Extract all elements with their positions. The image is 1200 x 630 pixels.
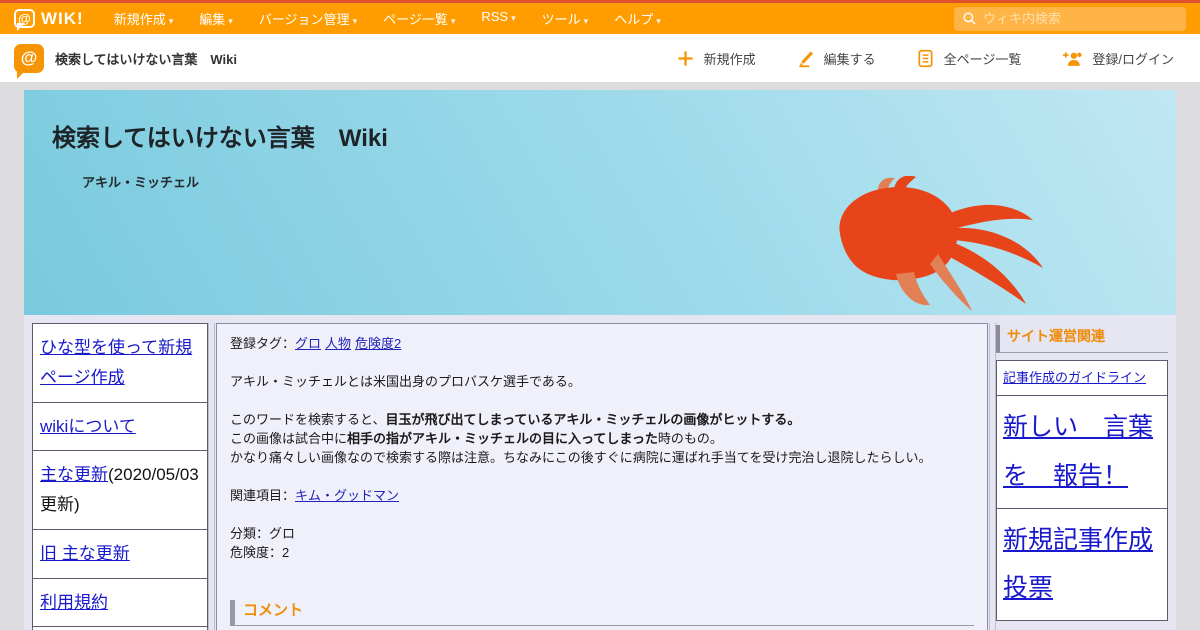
- nav-menu-item[interactable]: ツール ▾: [542, 9, 589, 28]
- tag-link[interactable]: 危険度2: [355, 336, 401, 351]
- site-logo-icon[interactable]: @: [14, 43, 44, 79]
- site-title: 検索してはいけない言葉 Wiki: [55, 51, 237, 67]
- sidebar-link[interactable]: 記事作成のガイドライン: [1003, 370, 1146, 385]
- top-navbar: @ WIK! 新規作成 ▾ 編集 ▾ バージョン管理 ▾ ページ一覧 ▾ RSS ▾ ツール ▾ ヘルプ…: [0, 0, 1200, 34]
- tags-label: 登録タグ：: [230, 336, 296, 351]
- pencil-icon: [798, 50, 813, 67]
- tag-link[interactable]: 人物: [325, 336, 351, 351]
- paragraph: アキル・ミッチェルとは米国出身のプロバスケ選手である。: [230, 372, 974, 391]
- sidebar-link[interactable]: 主な更新: [40, 465, 108, 484]
- sidebar-link[interactable]: 新規記事作成投票: [1003, 526, 1153, 603]
- sidebar-link[interactable]: ひな型を使って新規ページ作成: [40, 338, 192, 387]
- atwiki-logo-icon: @: [14, 9, 35, 31]
- related-link[interactable]: キム・グッドマン: [295, 488, 399, 503]
- nav-menu-item[interactable]: 編集 ▾: [199, 9, 233, 28]
- bold-text: 相手の指がアキル・ミッチェルの目に入ってしまった: [347, 431, 658, 446]
- text: 時のもの。: [657, 431, 723, 446]
- search-input[interactable]: [983, 11, 1178, 26]
- user-add-icon: [1063, 51, 1082, 66]
- tag-line: 登録タグ：グロ 人物 危険度2: [230, 334, 974, 353]
- sidebar-menu-cell: 新規記事作成投票: [997, 509, 1167, 621]
- left-sidebar-menu: ひな型を使って新規ページ作成 wikiについて主な更新(2020/05/03更新)…: [32, 323, 208, 630]
- wiki-title: 検索してはいけない言葉 Wiki: [52, 125, 388, 152]
- sidebar-link[interactable]: 新しい 言葉を 報告！: [1003, 413, 1153, 490]
- action-label: 登録/ログイン: [1092, 51, 1174, 67]
- text-line: かなり痛々しい画像なので検索する際は注意。ちなみにこの後すぐに病院に運ばれ手当て…: [230, 448, 974, 467]
- sidebar-menu-cell: 記事作成のガイドライン: [997, 361, 1167, 397]
- tag-link[interactable]: グロ: [295, 336, 321, 351]
- sidebar-link[interactable]: 利用規約: [40, 593, 108, 612]
- atwiki-logo-text: WIK!: [41, 8, 84, 28]
- related-line: 関連項目：キム・グッドマン: [230, 486, 974, 505]
- text: この画像は試合中に: [230, 431, 348, 446]
- register-login-button[interactable]: 登録/ログイン: [1061, 49, 1174, 68]
- left-sidebar: ひな型を使って新規ページ作成 wikiについて主な更新(2020/05/03更新)…: [32, 323, 208, 630]
- text-line: このワードを検索すると、目玉が飛び出てしまっているアキル・ミッチェルの画像がヒッ…: [230, 410, 974, 429]
- danger-line: 危険度：2: [230, 545, 290, 560]
- chevron-down-icon: ▾: [511, 13, 516, 23]
- related-label: 関連項目：: [230, 488, 296, 503]
- sidebar-menu-cell: 旧 主な更新: [33, 530, 207, 579]
- site-header: @ 検索してはいけない言葉 Wiki 新規作成 編集する 全ページ一覧 登録/ロ…: [0, 34, 1200, 82]
- right-sidebar-menu: 記事作成のガイドライン新しい 言葉を 報告！ 新規記事作成投票: [996, 360, 1168, 622]
- paragraphs: アキル・ミッチェルとは米国出身のプロバスケ選手である。 このワードを検索すると、目…: [230, 372, 974, 467]
- wiki-search-box[interactable]: [954, 6, 1186, 31]
- sidebar-menu-cell: 新しい 言葉を 報告！: [997, 396, 1167, 509]
- chevron-down-icon: ▾: [656, 16, 661, 26]
- atwiki-logo[interactable]: @ WIK!: [14, 8, 84, 31]
- plus-icon: [677, 50, 693, 66]
- paragraph: このワードを検索すると、目玉が飛び出てしまっているアキル・ミッチェルの画像がヒッ…: [230, 410, 974, 467]
- article-content: 登録タグ：グロ 人物 危険度2 アキル・ミッチェルとは米国出身のプロバスケ選手である…: [216, 323, 988, 630]
- chevron-down-icon: ▾: [352, 16, 358, 26]
- text: アキル・ミッチェルとは米国出身のプロバスケ選手である。: [230, 374, 581, 389]
- column-divider: [208, 323, 215, 630]
- nav-menu-item[interactable]: バージョン管理 ▾: [259, 9, 357, 28]
- page-title: アキル・ミッチェル: [82, 175, 200, 190]
- text-line: アキル・ミッチェルとは米国出身のプロバスケ選手である。: [230, 372, 974, 391]
- content-columns: ひな型を使って新規ページ作成 wikiについて主な更新(2020/05/03更新)…: [24, 315, 1176, 630]
- action-label: 全ページ一覧: [943, 51, 1022, 67]
- category-line: 分類：グロ: [230, 526, 296, 541]
- column-divider: [989, 323, 996, 630]
- header-actions: 新規作成 編集する 全ページ一覧 登録/ログイン: [676, 49, 1174, 68]
- comment-section-heading: コメント: [230, 600, 974, 626]
- nav-menu-item[interactable]: 新規作成 ▾: [114, 9, 174, 28]
- all-pages-button[interactable]: 全ページ一覧: [916, 49, 1022, 68]
- main-column: 登録タグ：グロ 人物 危険度2 アキル・ミッチェルとは米国出身のプロバスケ選手である…: [215, 323, 989, 630]
- document-icon: [918, 49, 933, 67]
- sidebar-menu-cell: wikiについて: [33, 403, 207, 452]
- sidebar-link[interactable]: wikiについて: [40, 417, 136, 436]
- wiki-banner: 検索してはいけない言葉 Wiki アキル・ミッチェル: [24, 90, 1176, 315]
- nav-menu-item[interactable]: RSS ▾: [481, 9, 515, 28]
- chevron-down-icon: ▾: [450, 16, 456, 26]
- tag-links: グロ 人物 危険度2: [295, 336, 405, 351]
- chevron-down-icon: ▾: [583, 16, 589, 26]
- right-sidebar-heading: サイト運営関連: [996, 325, 1168, 353]
- page-body: 検索してはいけない言葉 Wiki アキル・ミッチェル ひな型を使って新規ページ作…: [0, 82, 1200, 630]
- nav-menu-item[interactable]: ページ一覧 ▾: [383, 9, 455, 28]
- action-label: 編集する: [823, 51, 876, 67]
- nav-menu: 新規作成 ▾ 編集 ▾ バージョン管理 ▾ ページ一覧 ▾ RSS ▾ ツール ▾ ヘルプ ▾: [114, 9, 661, 28]
- goldfish-image: [839, 176, 1043, 311]
- text: このワードを検索すると、: [230, 412, 386, 427]
- text: かなり痛々しい画像なので検索する際は注意。ちなみにこの後すぐに病院に運ばれ手当て…: [230, 450, 932, 465]
- sidebar-menu-cell: ひな型を使って新規ページ作成: [33, 324, 207, 403]
- text-line: この画像は試合中に相手の指がアキル・ミッチェルの目に入ってしまった時のもの。: [230, 429, 974, 448]
- chevron-down-icon: ▾: [228, 16, 233, 26]
- nav-menu-item[interactable]: ヘルプ ▾: [614, 9, 661, 28]
- new-page-button[interactable]: 新規作成: [676, 49, 756, 68]
- site-logo-at: @: [20, 48, 38, 67]
- action-label: 新規作成: [703, 51, 756, 67]
- sidebar-link[interactable]: 旧 主な更新: [40, 544, 130, 563]
- sidebar-menu-cell: 主な更新(2020/05/03更新): [33, 451, 207, 530]
- chevron-down-icon: ▾: [168, 16, 174, 26]
- edit-page-button[interactable]: 編集する: [796, 49, 876, 68]
- sidebar-menu-cell: 利用規約: [33, 579, 207, 628]
- right-sidebar: サイト運営関連 記事作成のガイドライン新しい 言葉を 報告！ 新規記事作成投票: [996, 323, 1168, 622]
- search-icon: [963, 12, 976, 25]
- bold-text: 目玉が飛び出てしまっているアキル・ミッチェルの画像がヒットする。: [385, 412, 801, 427]
